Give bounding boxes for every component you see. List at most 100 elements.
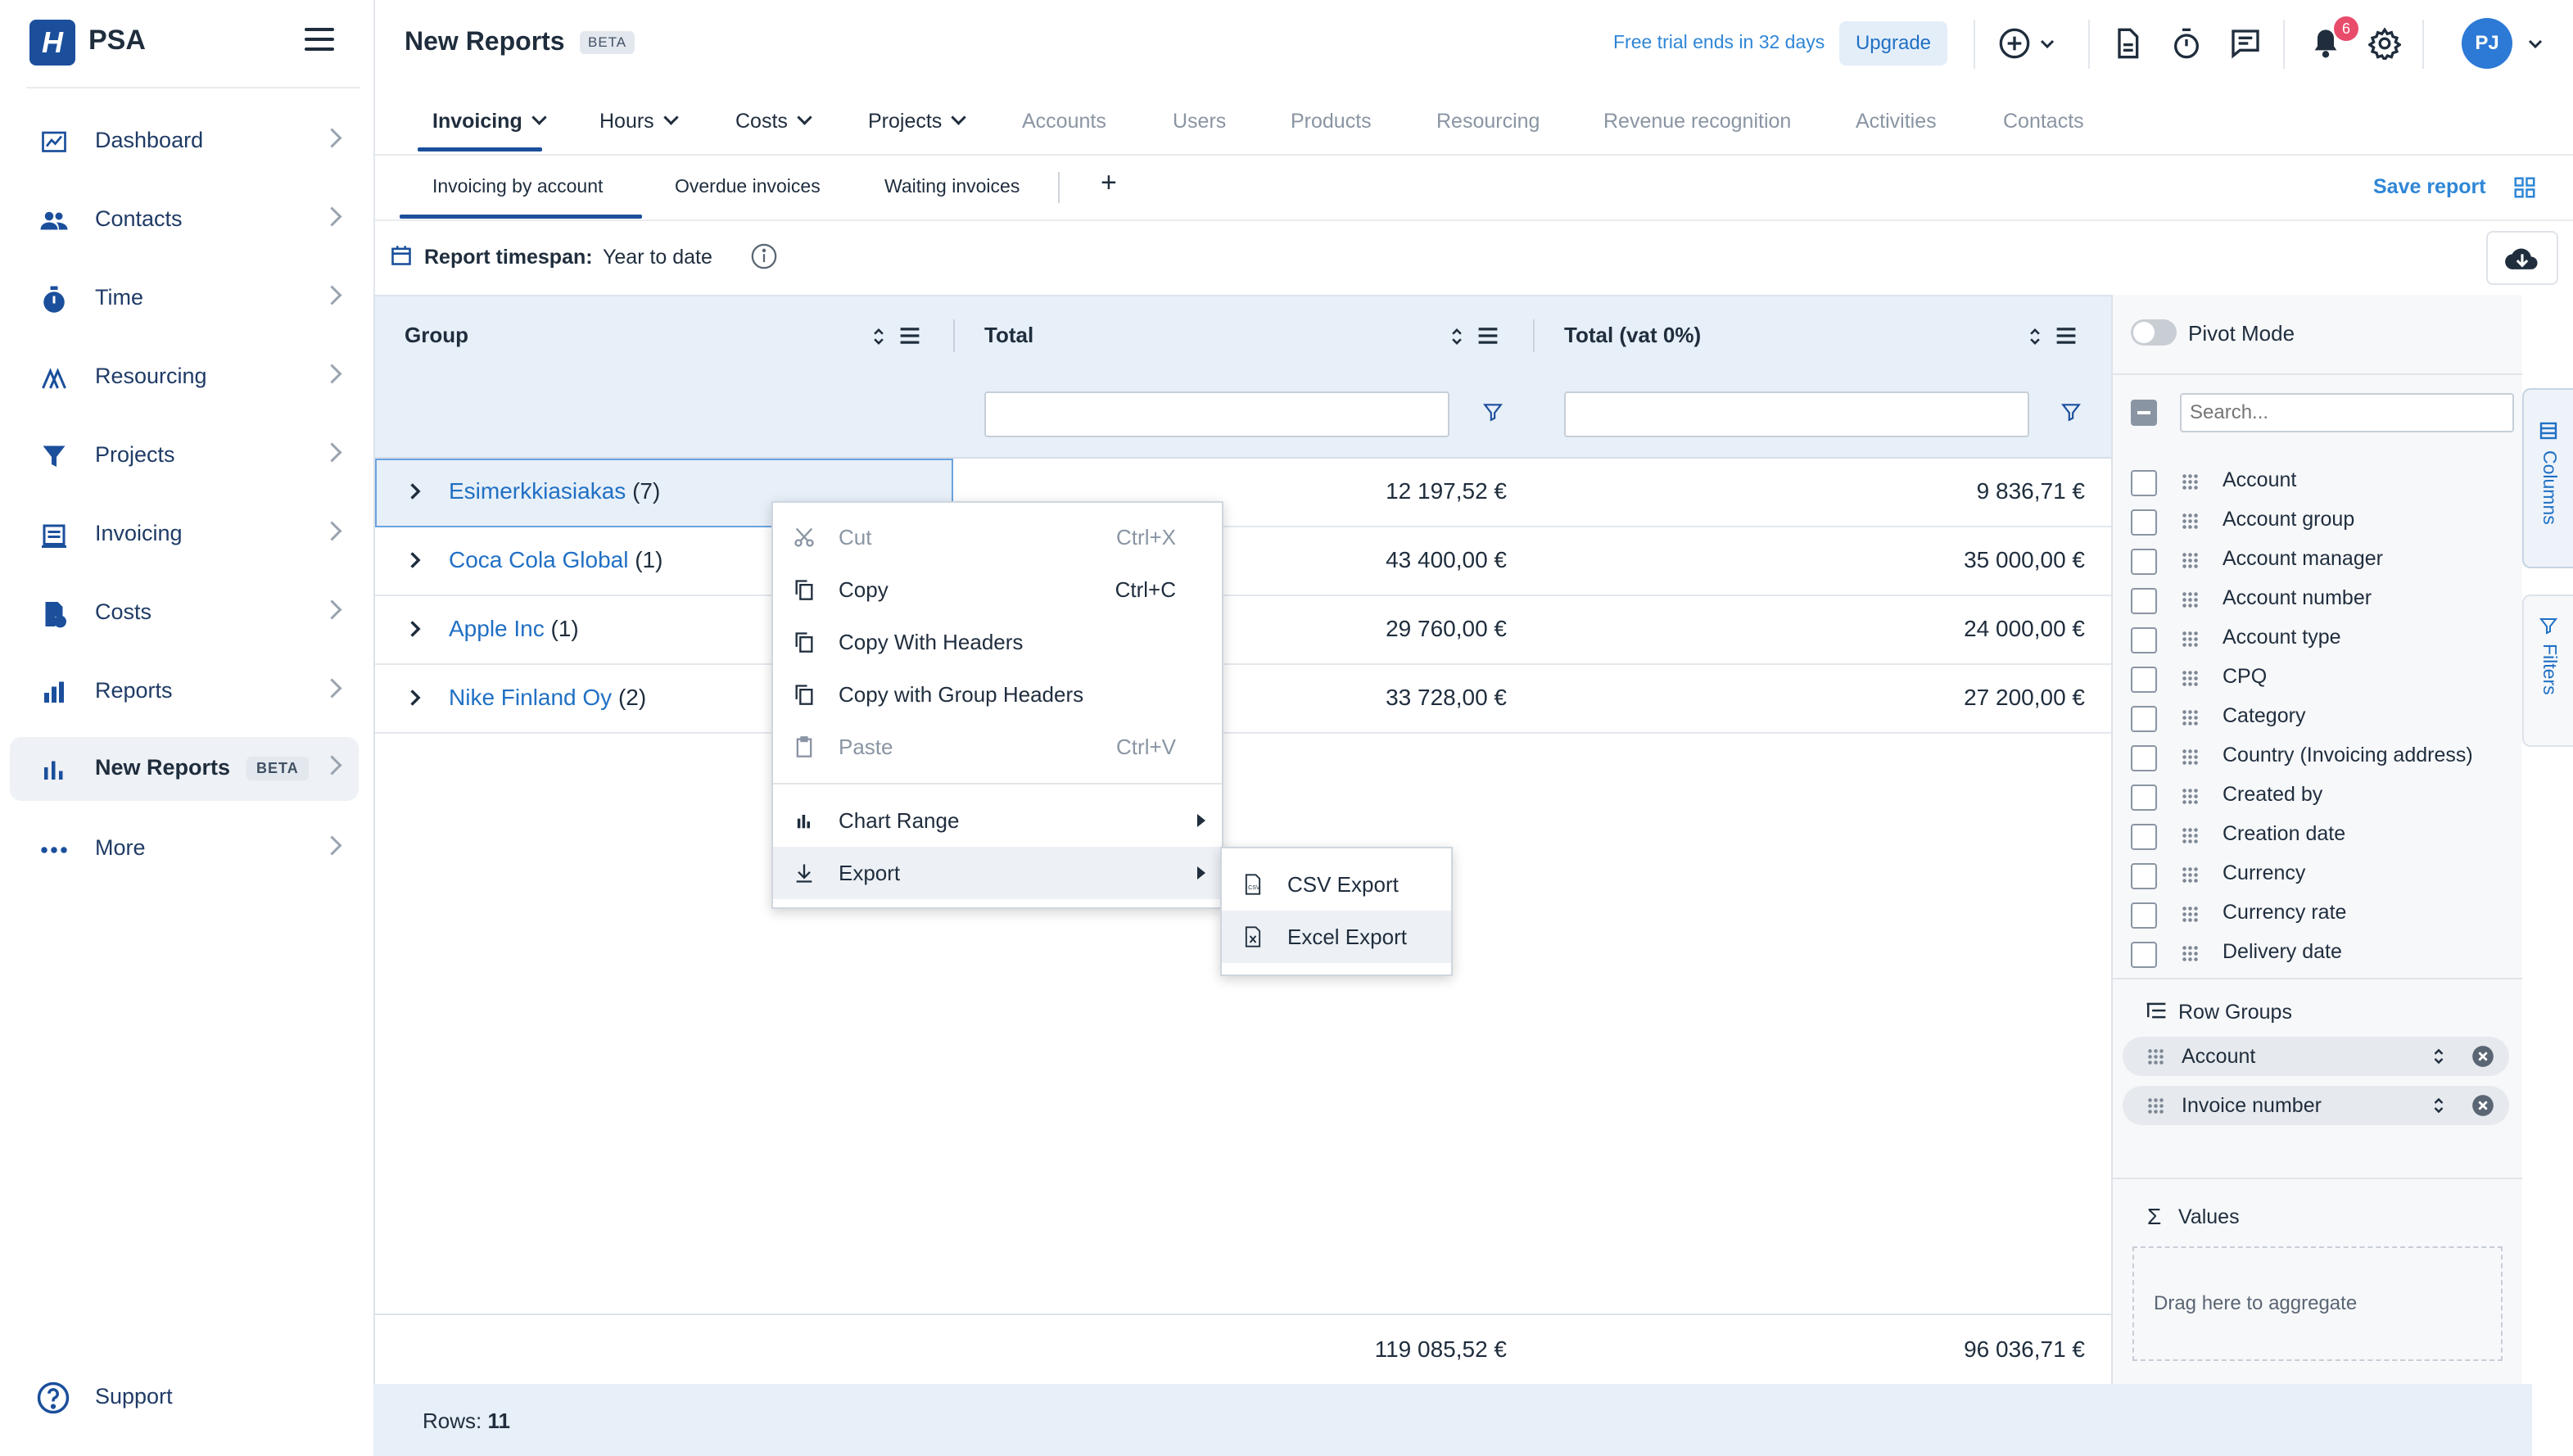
column-menu-icon[interactable] [1477, 326, 1499, 346]
column-list-item[interactable]: CPQ [2223, 665, 2267, 689]
column-list-item[interactable]: Creation date [2223, 822, 2345, 846]
column-list-item[interactable]: Category [2223, 704, 2305, 728]
gear-icon[interactable] [2368, 27, 2401, 60]
column-checkbox[interactable] [2131, 785, 2157, 811]
column-list-item[interactable]: Currency [2223, 861, 2305, 885]
column-list-item[interactable]: Account type [2223, 626, 2341, 649]
sidebar-item-dashboard[interactable]: Dashboard [10, 110, 359, 174]
remove-circle-icon[interactable] [2471, 1045, 2494, 1068]
filter-icon[interactable] [1482, 401, 1504, 423]
tab-resourcing[interactable]: Resourcing [1436, 110, 1540, 133]
sidebar-item-resourcing[interactable]: Resourcing [10, 346, 359, 409]
chat-icon[interactable] [2229, 27, 2262, 60]
grid-view-icon[interactable] [2512, 175, 2537, 200]
drag-handle-icon[interactable] [2182, 748, 2198, 765]
table-row[interactable]: Coca Cola Global (1) 43 400,00 € 35 000,… [375, 527, 2113, 596]
column-list-item[interactable]: Country (Invoicing address) [2223, 744, 2473, 767]
download-button[interactable] [2486, 231, 2558, 285]
sort-icon[interactable] [2431, 1047, 2447, 1066]
drag-handle-icon[interactable] [2182, 513, 2198, 529]
drag-handle-icon[interactable] [2182, 473, 2198, 490]
sort-icon[interactable] [1448, 326, 1466, 347]
tab-products[interactable]: Products [1291, 110, 1372, 133]
report-tab-waiting-invoices[interactable]: Waiting invoices [884, 175, 1020, 197]
values-drop-zone[interactable]: Drag here to aggregate [2132, 1246, 2503, 1361]
chevron-right-icon[interactable] [406, 688, 423, 708]
column-checkbox[interactable] [2131, 627, 2157, 653]
total-filter-input[interactable] [984, 391, 1449, 437]
drag-handle-icon[interactable] [2182, 631, 2198, 647]
sort-icon[interactable] [870, 326, 888, 347]
tab-users[interactable]: Users [1173, 110, 1226, 133]
column-checkbox[interactable] [2131, 588, 2157, 614]
tab-costs[interactable]: Costs [735, 110, 812, 133]
menu-item-export[interactable]: Export [773, 847, 1222, 899]
menu-item-excel-export[interactable]: Excel Export [1222, 911, 1451, 963]
group-link[interactable]: Esimerkkiasiakas [449, 478, 626, 504]
tab-invoicing[interactable]: Invoicing [432, 110, 547, 133]
pivot-mode-toggle[interactable] [2131, 319, 2177, 346]
sidebar-item-projects[interactable]: Projects [10, 424, 359, 488]
group-link[interactable]: Nike Finland Oy [449, 685, 612, 710]
tab-activities[interactable]: Activities [1856, 110, 1937, 133]
sidebar-item-time[interactable]: Time [10, 267, 359, 331]
drag-handle-icon[interactable] [2182, 552, 2198, 568]
filter-icon[interactable] [2060, 401, 2082, 423]
logo[interactable]: H [29, 20, 75, 66]
total-vat0-filter-input[interactable] [1564, 391, 2029, 437]
column-header-group[interactable]: Group [405, 323, 468, 348]
row-group-pill[interactable]: Account [2123, 1037, 2509, 1076]
drag-handle-icon[interactable] [2182, 591, 2198, 608]
sidebar-item-reports[interactable]: Reports [10, 660, 359, 724]
tab-revenue-recognition[interactable]: Revenue recognition [1603, 110, 1791, 133]
column-search-input[interactable] [2180, 393, 2514, 432]
drag-handle-icon[interactable] [2182, 866, 2198, 883]
menu-item-chart-range[interactable]: Chart Range [773, 794, 1222, 847]
column-checkbox[interactable] [2131, 509, 2157, 536]
document-icon[interactable] [2111, 27, 2144, 60]
tab-hours[interactable]: Hours [599, 110, 679, 133]
drag-handle-icon[interactable] [2147, 1048, 2164, 1065]
table-row[interactable]: Apple Inc (1) 29 760,00 € 24 000,00 € [375, 596, 2113, 665]
tab-filters[interactable]: Filters [2522, 595, 2573, 747]
column-checkbox[interactable] [2131, 902, 2157, 929]
menu-item-cut[interactable]: Cut Ctrl+X [773, 511, 1222, 563]
drag-handle-icon[interactable] [2147, 1097, 2164, 1114]
column-list-item[interactable]: Account number [2223, 586, 2372, 610]
save-report-button[interactable]: Save report [2373, 175, 2486, 199]
sidebar-item-new-reports[interactable]: New Reports BETA [10, 737, 359, 801]
hamburger-menu-icon[interactable] [305, 28, 334, 52]
table-row[interactable]: Esimerkkiasiakas (7) 12 197,52 € 9 836,7… [375, 459, 2113, 527]
sidebar-item-costs[interactable]: Costs [10, 581, 359, 645]
drag-handle-icon[interactable] [2182, 709, 2198, 726]
remove-circle-icon[interactable] [2471, 1094, 2494, 1117]
drag-handle-icon[interactable] [2182, 788, 2198, 804]
column-list-item[interactable]: Currency rate [2223, 901, 2346, 925]
sort-icon[interactable] [2026, 326, 2044, 347]
tab-projects[interactable]: Projects [868, 110, 967, 133]
chevron-down-icon[interactable] [2037, 27, 2057, 60]
drag-handle-icon[interactable] [2182, 945, 2198, 961]
chevron-right-icon[interactable] [406, 550, 423, 570]
sidebar-item-more[interactable]: More [10, 817, 359, 881]
column-checkbox[interactable] [2131, 824, 2157, 850]
upgrade-button[interactable]: Upgrade [1839, 21, 1947, 66]
column-checkbox[interactable] [2131, 667, 2157, 693]
column-checkbox[interactable] [2131, 549, 2157, 575]
group-link[interactable]: Apple Inc [449, 616, 545, 641]
row-group-pill[interactable]: Invoice number [2123, 1086, 2509, 1125]
menu-item-paste[interactable]: Paste Ctrl+V [773, 721, 1222, 773]
menu-item-copy[interactable]: Copy Ctrl+C [773, 563, 1222, 616]
column-checkbox[interactable] [2131, 470, 2157, 496]
tab-columns[interactable]: Columns [2522, 388, 2573, 568]
sidebar-item-contacts[interactable]: Contacts [10, 188, 359, 252]
column-checkbox[interactable] [2131, 745, 2157, 771]
column-checkbox[interactable] [2131, 706, 2157, 732]
select-all-checkbox[interactable] [2131, 400, 2157, 426]
drag-handle-icon[interactable] [2182, 827, 2198, 843]
avatar[interactable]: PJ [2462, 18, 2512, 69]
menu-item-csv-export[interactable]: CSV CSV Export [1222, 858, 1451, 911]
column-menu-icon[interactable] [2055, 326, 2077, 346]
drag-handle-icon[interactable] [2182, 670, 2198, 686]
column-checkbox[interactable] [2131, 942, 2157, 968]
